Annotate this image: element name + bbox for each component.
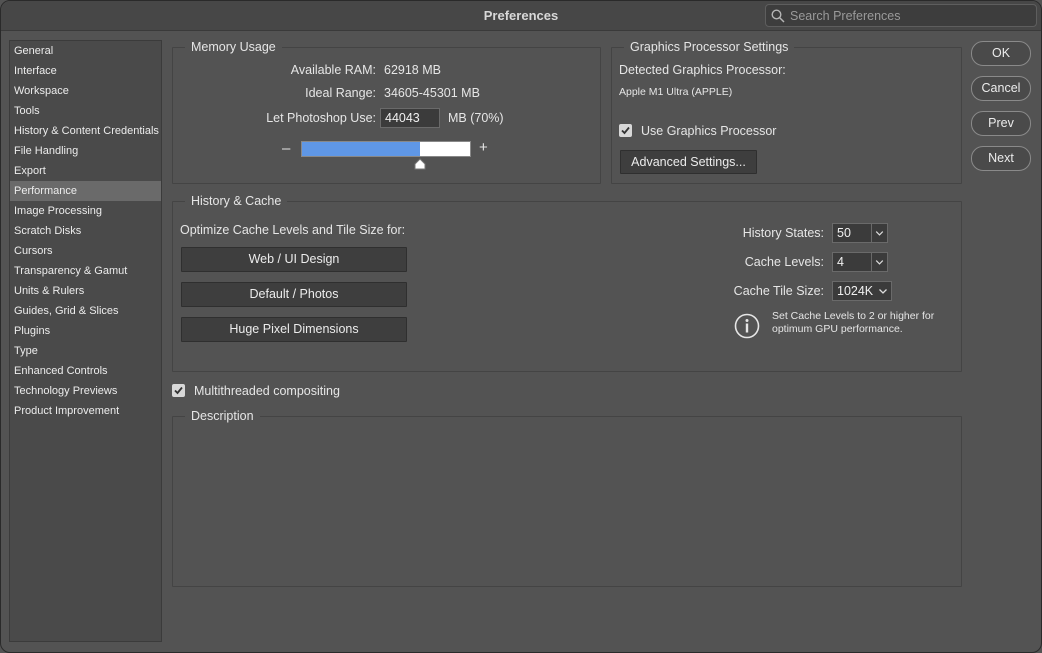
sidebar-item-enhanced-controls[interactable]: Enhanced Controls bbox=[10, 361, 161, 381]
sidebar-item-units-rulers[interactable]: Units & Rulers bbox=[10, 281, 161, 301]
let-photoshop-use-input[interactable] bbox=[380, 108, 440, 128]
chevron-down-icon bbox=[871, 224, 884, 242]
title-bar: Preferences bbox=[1, 1, 1041, 31]
sidebar-item-interface[interactable]: Interface bbox=[10, 61, 161, 81]
sidebar-item-file-handling[interactable]: File Handling bbox=[10, 141, 161, 161]
graphics-processor-title: Graphics Processor Settings bbox=[624, 40, 795, 54]
web-ui-design-button[interactable]: Web / UI Design bbox=[181, 247, 407, 272]
memory-slider-track[interactable] bbox=[301, 141, 471, 157]
chevron-down-icon bbox=[871, 253, 884, 271]
memory-usage-title: Memory Usage bbox=[185, 40, 282, 54]
cache-levels-value: 4 bbox=[837, 255, 844, 269]
cache-tile-size-value: 1024K bbox=[837, 284, 874, 298]
let-photoshop-use-unit: MB (70%) bbox=[448, 111, 504, 125]
history-states-value: 50 bbox=[837, 226, 851, 240]
let-photoshop-use-label: Let Photoshop Use: bbox=[266, 111, 376, 125]
cache-levels-select[interactable]: 4 bbox=[832, 252, 888, 272]
detected-gpu-value: Apple M1 Ultra (APPLE) bbox=[619, 86, 733, 98]
default-photos-button[interactable]: Default / Photos bbox=[181, 282, 407, 307]
checkmark-icon bbox=[174, 386, 183, 395]
sidebar-item-technology-previews[interactable]: Technology Previews bbox=[10, 381, 161, 401]
use-gpu-checkbox[interactable] bbox=[619, 124, 632, 137]
search-icon bbox=[771, 9, 785, 23]
sidebar-item-history-content-credentials[interactable]: History & Content Credentials bbox=[10, 121, 161, 141]
ok-button[interactable]: OK bbox=[971, 41, 1031, 66]
cache-levels-label: Cache Levels: bbox=[744, 255, 824, 269]
cache-info-line-2: optimum GPU performance. bbox=[772, 323, 903, 335]
multithreaded-compositing-label[interactable]: Multithreaded compositing bbox=[194, 384, 340, 398]
sidebar-item-plugins[interactable]: Plugins bbox=[10, 321, 161, 341]
available-ram-label: Available RAM: bbox=[290, 63, 376, 77]
sidebar-item-general[interactable]: General bbox=[10, 41, 161, 61]
next-button[interactable]: Next bbox=[971, 146, 1031, 171]
search-box[interactable] bbox=[765, 4, 1037, 27]
use-gpu-label[interactable]: Use Graphics Processor bbox=[641, 124, 776, 138]
history-states-select[interactable]: 50 bbox=[832, 223, 888, 243]
sidebar-item-scratch-disks[interactable]: Scratch Disks bbox=[10, 221, 161, 241]
ideal-range-value: 34605-45301 MB bbox=[384, 86, 480, 100]
preferences-window: Preferences General Interface Workspace … bbox=[0, 0, 1042, 653]
sidebar-list: General Interface Workspace Tools Histor… bbox=[10, 41, 161, 421]
sidebar-item-tools[interactable]: Tools bbox=[10, 101, 161, 121]
cancel-button[interactable]: Cancel bbox=[971, 76, 1031, 101]
sidebar-item-transparency-gamut[interactable]: Transparency & Gamut bbox=[10, 261, 161, 281]
huge-pixel-dimensions-button[interactable]: Huge Pixel Dimensions bbox=[181, 317, 407, 342]
increase-memory-button[interactable]: + bbox=[479, 139, 488, 156]
sidebar-item-export[interactable]: Export bbox=[10, 161, 161, 181]
history-cache-title: History & Cache bbox=[185, 194, 288, 208]
ideal-range-label: Ideal Range: bbox=[305, 86, 376, 100]
sidebar-item-image-processing[interactable]: Image Processing bbox=[10, 201, 161, 221]
prev-button[interactable]: Prev bbox=[971, 111, 1031, 136]
checkmark-icon bbox=[621, 126, 630, 135]
cache-tile-size-label: Cache Tile Size: bbox=[733, 284, 824, 298]
sidebar-item-cursors[interactable]: Cursors bbox=[10, 241, 161, 261]
history-states-label: History States: bbox=[742, 226, 824, 240]
sidebar-item-workspace[interactable]: Workspace bbox=[10, 81, 161, 101]
sidebar: General Interface Workspace Tools Histor… bbox=[9, 40, 162, 642]
chevron-down-icon bbox=[879, 289, 887, 294]
sidebar-item-type[interactable]: Type bbox=[10, 341, 161, 361]
optimize-cache-label: Optimize Cache Levels and Tile Size for: bbox=[180, 223, 406, 237]
sidebar-item-product-improvement[interactable]: Product Improvement bbox=[10, 401, 161, 421]
sidebar-item-performance[interactable]: Performance bbox=[10, 181, 161, 201]
memory-slider-fill bbox=[302, 142, 420, 156]
cache-tile-size-select[interactable]: 1024K bbox=[832, 281, 892, 301]
description-panel: Description bbox=[172, 409, 962, 587]
multithreaded-compositing-checkbox[interactable] bbox=[172, 384, 185, 397]
advanced-settings-button[interactable]: Advanced Settings... bbox=[620, 150, 757, 174]
available-ram-value: 62918 MB bbox=[384, 63, 441, 77]
search-input[interactable] bbox=[790, 6, 1030, 26]
sidebar-item-guides-grid-slices[interactable]: Guides, Grid & Slices bbox=[10, 301, 161, 321]
detected-gpu-label: Detected Graphics Processor: bbox=[619, 63, 786, 77]
description-title: Description bbox=[185, 409, 260, 423]
info-icon bbox=[734, 313, 760, 339]
memory-slider-thumb[interactable] bbox=[414, 158, 426, 170]
cache-info-line-1: Set Cache Levels to 2 or higher for bbox=[772, 310, 935, 322]
decrease-memory-button[interactable]: – bbox=[282, 140, 290, 157]
